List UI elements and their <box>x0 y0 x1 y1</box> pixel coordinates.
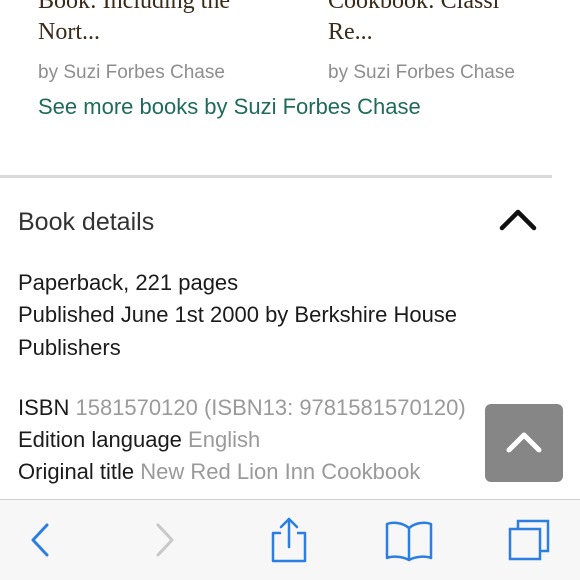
back-button[interactable] <box>5 500 75 580</box>
book-author: by Suzi Forbes Chase <box>38 62 225 83</box>
bookmarks-icon <box>385 521 433 562</box>
browser-toolbar <box>0 499 580 580</box>
forward-button[interactable] <box>130 500 200 580</box>
language-value: English <box>188 427 261 452</box>
book-format: Paperback, 221 pages <box>18 270 239 295</box>
book-title[interactable]: Book: Including the Nort... <box>38 0 230 48</box>
tabs-icon <box>508 519 550 561</box>
isbn-label: ISBN <box>18 395 70 420</box>
forward-icon <box>156 523 174 557</box>
chevron-up-icon <box>506 432 542 453</box>
back-icon <box>31 523 49 557</box>
isbn-value: 1581570120 (ISBN13: 9781581570120) <box>75 395 466 420</box>
scroll-to-top-button[interactable] <box>485 404 563 482</box>
original-title-value: New Red Lion Inn Cookbook <box>140 459 421 484</box>
original-title-row: Original title New Red Lion Inn Cookbook <box>18 459 420 485</box>
tabs-button[interactable] <box>494 500 564 580</box>
book-author: by Suzi Forbes Chase <box>328 62 515 83</box>
section-divider <box>0 175 552 178</box>
book-title[interactable]: Cookbook: Classi Re... <box>328 0 499 48</box>
language-row: Edition language English <box>18 427 260 453</box>
isbn-row: ISBN 1581570120 (ISBN13: 9781581570120) <box>18 395 466 421</box>
share-icon <box>271 517 307 563</box>
language-label: Edition language <box>18 427 182 452</box>
see-more-books-link[interactable]: See more books by Suzi Forbes Chase <box>38 94 421 120</box>
published-line: Published June 1st 2000 by Berkshire Hou… <box>18 302 458 327</box>
published-line-continued: Publishers <box>18 335 121 360</box>
book-details-header[interactable]: Book details <box>18 208 154 237</box>
share-button[interactable] <box>254 500 324 580</box>
original-title-label: Original title <box>18 459 135 484</box>
chevron-up-icon[interactable] <box>498 206 538 234</box>
bookmarks-button[interactable] <box>374 500 444 580</box>
